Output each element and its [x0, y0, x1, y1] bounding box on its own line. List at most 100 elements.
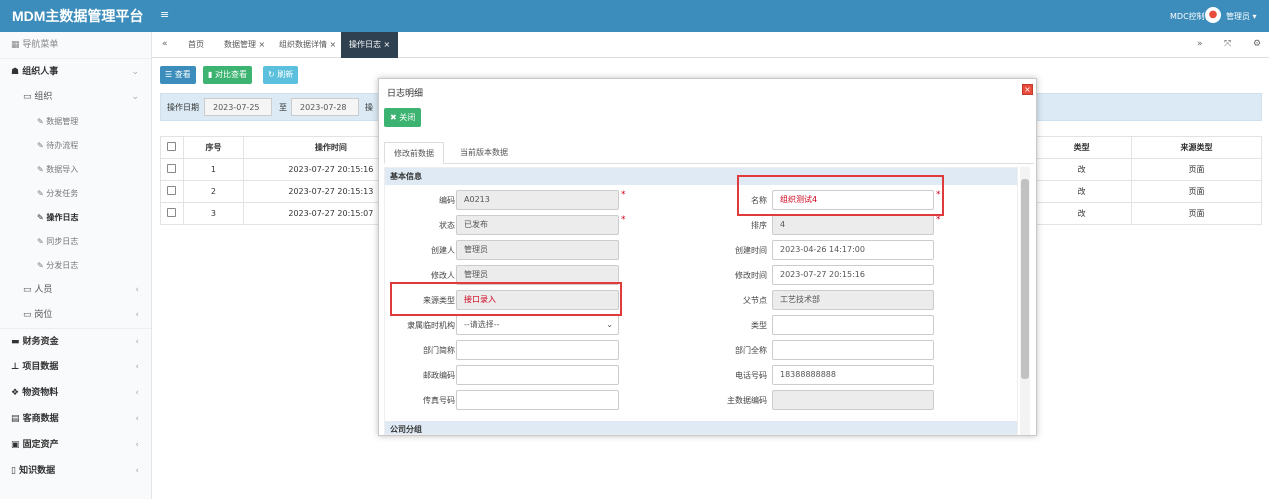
status-label: 状态	[439, 221, 455, 230]
sidebar-item-org-hr[interactable]: ☗ 组织人事 ⌄	[0, 59, 151, 85]
sidebar-item-dispatch-task[interactable]: ✎ 分发任务	[0, 182, 151, 206]
card-icon: ▬	[11, 337, 23, 347]
tab-oplog[interactable]: 操作日志 ×	[341, 32, 399, 58]
sidebar-item-post[interactable]: ▭ 岗位 ‹	[0, 303, 151, 328]
tab-bar: « 首页 数据管理 × 组织数据详情 × 操作日志 × » ⤧ ⚙	[152, 32, 1269, 58]
required-mark: *	[621, 190, 626, 200]
fullscreen-icon[interactable]: ⤧	[1224, 39, 1231, 49]
modify-time-field[interactable]: 2023-07-27 20:15:16	[772, 265, 934, 285]
sidebar-item-finance[interactable]: ▬ 财务资金 ‹	[0, 328, 151, 354]
sidebar-item-oplog[interactable]: ✎ 操作日志	[0, 206, 151, 230]
start-date-input[interactable]: 2023-07-25	[204, 98, 272, 116]
col-header-type: 类型	[1031, 136, 1133, 159]
user-menu[interactable]: 管理员 ▾	[1226, 11, 1257, 22]
parent-label: 父节点	[743, 296, 767, 305]
col-header-source: 来源类型	[1131, 136, 1262, 159]
tab-data-manage[interactable]: 数据管理 ×	[216, 32, 273, 58]
create-time-label: 创建时间	[735, 246, 767, 255]
sidebar-item-person[interactable]: ▭ 人员 ‹	[0, 278, 151, 303]
modal-scrollbar[interactable]	[1020, 167, 1030, 435]
sidebar-item-todo[interactable]: ✎ 待办流程	[0, 134, 151, 158]
cell-type: 改	[1031, 202, 1133, 225]
creator-field[interactable]: 管理员	[456, 240, 619, 260]
close-icon[interactable]: ×	[1022, 84, 1033, 95]
sidebar-item-sync-log[interactable]: ✎ 同步日志	[0, 230, 151, 254]
more-filter-label: 操	[365, 103, 373, 112]
building-icon: ▣	[11, 440, 23, 450]
create-time-field[interactable]: 2023-04-26 14:17:00	[772, 240, 934, 260]
scroll-left-icon[interactable]: «	[162, 39, 168, 49]
sidebar-item-dispatch-log[interactable]: ✎ 分发日志	[0, 254, 151, 278]
full-name-field[interactable]	[772, 340, 934, 360]
highlight-source-changed	[390, 282, 622, 316]
chevron-left-icon: ‹	[135, 362, 139, 372]
code-field[interactable]: A0213	[456, 190, 619, 210]
avatar[interactable]: ●	[1205, 7, 1221, 23]
row-checkbox[interactable]	[167, 186, 177, 195]
code-label: 编码	[439, 196, 455, 205]
temp-org-select[interactable]: --请选择-- ⌄	[456, 315, 619, 335]
short-name-field[interactable]	[456, 340, 619, 360]
file-icon: ▮	[208, 70, 215, 79]
select-all-cell[interactable]	[160, 136, 184, 159]
pencil-icon: ✎	[37, 165, 47, 174]
pencil-icon: ✎	[37, 189, 47, 198]
gear-icon[interactable]: ⚙	[1253, 39, 1261, 49]
section-company-group: 公司分组	[385, 421, 1017, 434]
view-button[interactable]: ☰ 查看	[160, 66, 196, 84]
date-range-sep: 至	[279, 103, 287, 112]
sidebar-item-project[interactable]: ⊥ 项目数据 ‹	[0, 354, 151, 380]
fax-field[interactable]	[456, 390, 619, 410]
cell-source: 页面	[1131, 158, 1262, 181]
modify-time-label: 修改时间	[735, 271, 767, 280]
mdm-code-field[interactable]	[772, 390, 934, 410]
modal-tabs: 修改前数据 当前版本数据	[384, 142, 1034, 164]
pencil-icon: ✎	[37, 117, 47, 126]
cell-type: 改	[1031, 180, 1133, 203]
tab-before-data[interactable]: 修改前数据	[384, 142, 444, 164]
refresh-button[interactable]: ↻ 刷新	[263, 66, 299, 84]
cell-no: 3	[182, 202, 244, 225]
log-detail-modal: 日志明细 × ✖ 关闭 修改前数据 当前版本数据 基本信息 编码 A0213 *…	[378, 78, 1037, 436]
row-checkbox[interactable]	[167, 208, 177, 217]
menu-toggle-icon[interactable]: ≡	[160, 8, 169, 21]
parent-field[interactable]: 工艺技术部	[772, 290, 934, 310]
grid-icon: ▦	[11, 40, 23, 50]
select-all-checkbox[interactable]	[167, 142, 177, 151]
chevron-down-icon: ⌄	[606, 320, 613, 329]
status-field[interactable]: 已发布	[456, 215, 619, 235]
required-mark: *	[621, 215, 626, 225]
close-button[interactable]: ✖ 关闭	[384, 108, 422, 127]
compare-button[interactable]: ▮ 对比查看	[203, 66, 252, 84]
mdm-code-label: 主数据编码	[727, 396, 767, 405]
app-brand: MDM主数据管理平台	[12, 8, 144, 24]
phone-field[interactable]: 18388888888	[772, 365, 934, 385]
kind-field[interactable]	[772, 315, 934, 335]
tab-current-data[interactable]: 当前版本数据	[451, 142, 517, 164]
scrollbar-thumb[interactable]	[1021, 179, 1029, 379]
list-icon: ☰	[165, 70, 175, 79]
folder-icon: ▭	[23, 310, 35, 320]
zip-label: 邮政编码	[423, 371, 455, 380]
sidebar-item-import[interactable]: ✎ 数据导入	[0, 158, 151, 182]
scroll-right-icon[interactable]: »	[1197, 39, 1203, 49]
cell-source: 页面	[1131, 202, 1262, 225]
end-date-input[interactable]: 2023-07-28	[291, 98, 359, 116]
sidebar-item-assets[interactable]: ▣ 固定资产 ‹	[0, 432, 151, 458]
col-header-no: 序号	[182, 136, 244, 159]
sidebar-item-merchant[interactable]: ▤ 客商数据 ‹	[0, 406, 151, 432]
chevron-down-icon: ⌄	[131, 67, 139, 77]
sidebar-item-material[interactable]: ❖ 物资物料 ‹	[0, 380, 151, 406]
sidebar: ▦ 导航菜单 ☗ 组织人事 ⌄ ▭ 组织 ⌄ ✎ 数据管理 ✎ 待办流程 ✎ 数据导…	[0, 32, 152, 499]
row-checkbox[interactable]	[167, 164, 177, 173]
sidebar-item-data-manage[interactable]: ✎ 数据管理	[0, 110, 151, 134]
sidebar-item-org[interactable]: ▭ 组织 ⌄	[0, 85, 151, 110]
tab-org-detail[interactable]: 组织数据详情 ×	[271, 32, 344, 58]
folder-icon: ▭	[23, 285, 35, 295]
zip-field[interactable]	[456, 365, 619, 385]
sidebar-item-knowledge[interactable]: ▯ 知识数据 ‹	[0, 458, 151, 484]
refresh-icon: ↻	[268, 70, 278, 79]
detail-form: 基本信息 编码 A0213 * 名称 组织测试4 * 状态 已发布 * 排序 4…	[384, 167, 1018, 435]
order-field[interactable]: 4	[772, 215, 934, 235]
tab-home[interactable]: 首页	[180, 32, 212, 58]
